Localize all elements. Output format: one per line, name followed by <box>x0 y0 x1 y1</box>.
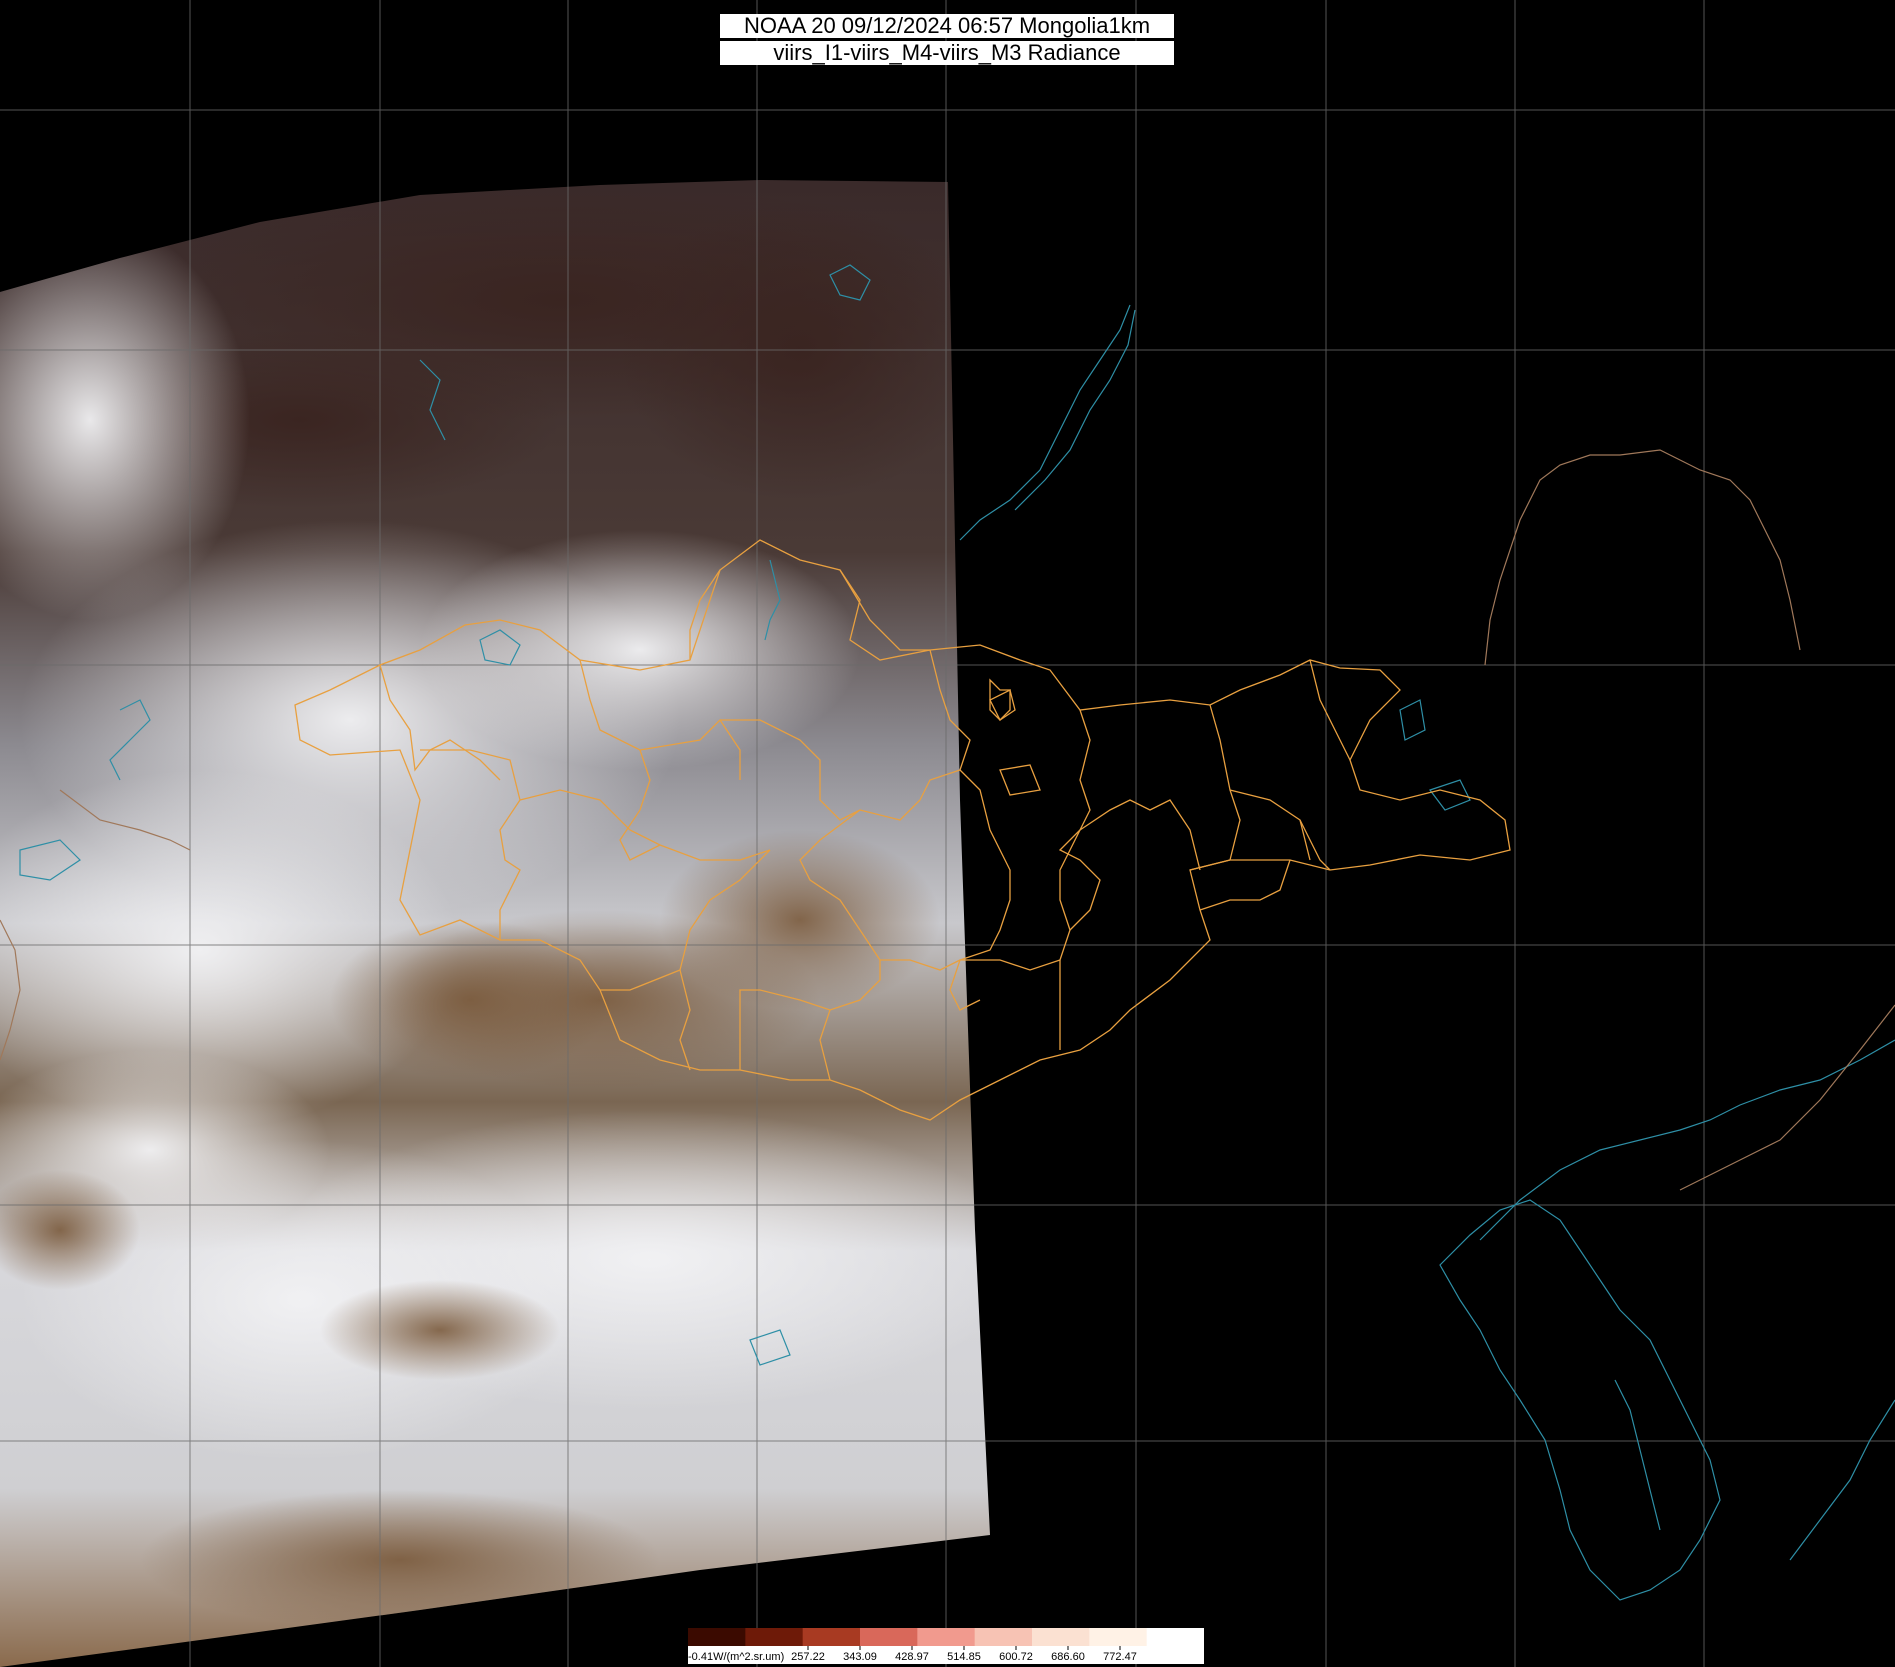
colorbar-tick-label: 343.09 <box>843 1651 877 1663</box>
bohai-coast <box>1479 1039 1895 1241</box>
map-title-line-2: viirs_I1-viirs_M4-viirs_M3 Radiance <box>720 41 1174 65</box>
lake-east-2 <box>1429 779 1471 811</box>
colorbar-ticks <box>807 1646 1121 1650</box>
lake-sea-2 <box>1614 1379 1661 1531</box>
colorbar-tick-label: 257.22 <box>791 1651 825 1663</box>
colorbar-unit-label: -0.41W/(m^2.sr.um) <box>688 1651 784 1663</box>
colorbar-swatch <box>974 1628 1033 1646</box>
colorbar-swatches <box>688 1628 1204 1646</box>
colorbar-tick-label: 772.47 <box>1103 1651 1137 1663</box>
colorbar-tick-label: 514.85 <box>947 1651 981 1663</box>
colorbar-swatch <box>860 1628 918 1646</box>
colorbar-legend: -0.41W/(m^2.sr.um) 257.22 343.09 428.97 514… <box>688 1628 1204 1664</box>
colorbar-tick-labels: 257.22 343.09 428.97 514.85 600.72 686.60 772.… <box>791 1651 1137 1663</box>
colorbar-tick-label: 600.72 <box>999 1651 1033 1663</box>
satellite-map <box>0 0 1895 1667</box>
lake-east-1 <box>1399 699 1426 741</box>
china-korea-border <box>1679 1004 1895 1191</box>
colorbar-swatch <box>745 1628 804 1646</box>
colorbar-swatch <box>1032 1628 1090 1646</box>
korean-peninsula-coast <box>1439 1199 1721 1601</box>
map-title-line-1: NOAA 20 09/12/2024 06:57 Mongolia1km <box>720 14 1174 38</box>
colorbar-swatch <box>1089 1628 1148 1646</box>
china-russia-border <box>1484 449 1801 666</box>
japan-coast <box>1789 1399 1895 1561</box>
colorbar-tick-label: 428.97 <box>895 1651 929 1663</box>
colorbar-tick-label: 686.60 <box>1051 1651 1085 1663</box>
colorbar-swatch <box>802 1628 861 1646</box>
satellite-swath <box>0 180 990 1667</box>
colorbar-swatch <box>688 1628 746 1646</box>
colorbar-scale: -0.41W/(m^2.sr.um) 257.22 343.09 428.97 514… <box>688 1628 1204 1663</box>
colorbar-swatch <box>917 1628 976 1646</box>
colorbar-swatch <box>1146 1628 1204 1646</box>
lake-baikal <box>959 304 1136 541</box>
